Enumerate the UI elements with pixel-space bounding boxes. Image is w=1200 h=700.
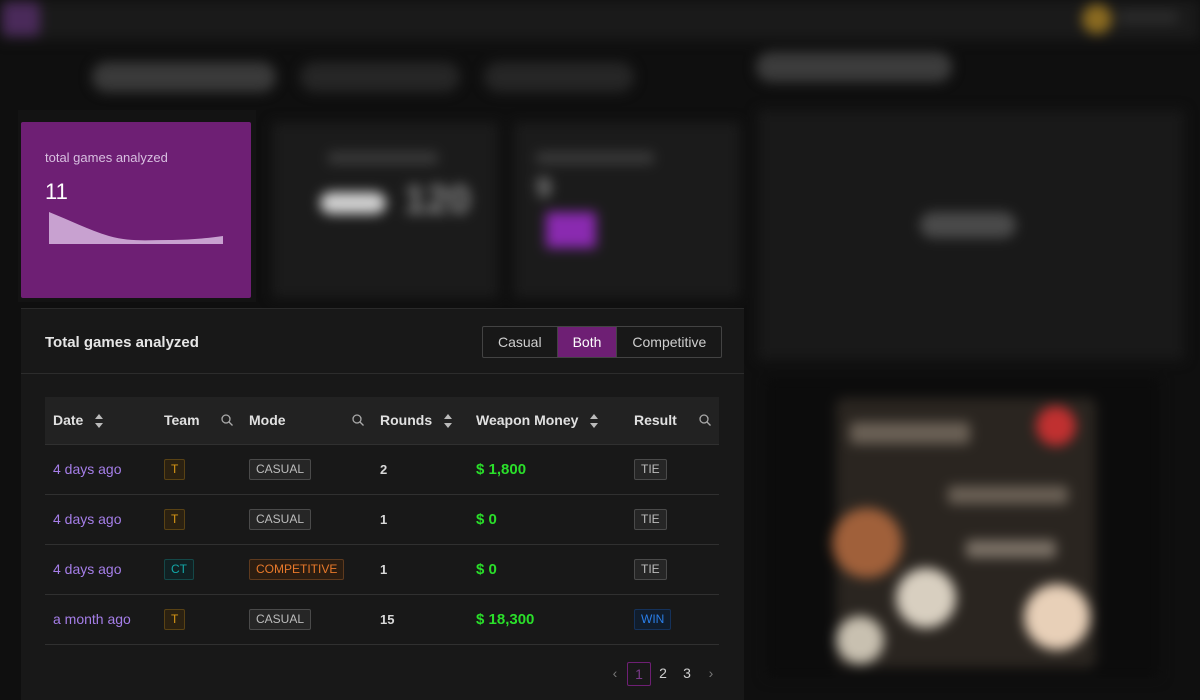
search-icon[interactable] <box>352 414 364 426</box>
column-mode[interactable]: Mode <box>241 397 372 445</box>
next-page-button[interactable]: › <box>699 662 723 686</box>
stat-card-3: 9 <box>514 122 740 298</box>
team-tag: CT <box>164 558 194 580</box>
table-row[interactable]: a month ago T CASUAL 15 $ 18,300 WIN <box>45 594 719 645</box>
weapon-money-value: $ 1,800 <box>476 460 527 478</box>
nav-tab <box>484 62 634 92</box>
top-bar <box>0 0 1200 40</box>
filter-competitive-button[interactable]: Competitive <box>617 327 721 357</box>
sort-icon[interactable] <box>444 414 452 429</box>
sort-icon[interactable] <box>590 414 599 429</box>
table-row[interactable]: 4 days ago CT COMPETITIVE 1 $ 0 TIE <box>45 544 719 595</box>
page-1-button[interactable]: 1 <box>627 662 651 686</box>
stat-label: total games analyzed <box>45 150 168 165</box>
date-link[interactable]: 4 days ago <box>53 561 122 577</box>
column-date-label: Date <box>53 412 84 429</box>
mode-filter: Casual Both Competitive <box>482 326 723 358</box>
filter-casual-button[interactable]: Casual <box>483 327 558 357</box>
team-tag: T <box>164 608 186 630</box>
panel-title: Total games analyzed <box>45 334 199 351</box>
media-image <box>832 398 1096 668</box>
rounds-value: 15 <box>380 612 395 627</box>
side-card <box>758 110 1184 360</box>
mode-tag: COMPETITIVE <box>249 558 345 580</box>
prev-page-button[interactable]: ‹ <box>603 662 627 686</box>
user-avatar <box>1082 4 1112 34</box>
blurred-swatch <box>546 212 596 248</box>
result-tag: WIN <box>634 608 672 630</box>
column-rounds[interactable]: Rounds <box>372 397 468 445</box>
column-team[interactable]: Team <box>156 397 241 445</box>
search-icon[interactable] <box>699 414 711 426</box>
result-tag: TIE <box>634 558 667 580</box>
date-link[interactable]: 4 days ago <box>53 461 122 477</box>
filter-both-button[interactable]: Both <box>557 327 618 357</box>
table-row[interactable]: 4 days ago T CASUAL 2 $ 1,800 TIE <box>45 444 719 495</box>
games-table: Date Team Mode Rounds Weapon Money Resul… <box>45 397 719 645</box>
pagination: ‹ 1 2 3 › <box>603 662 723 686</box>
table-row[interactable]: 4 days ago T CASUAL 1 $ 0 TIE <box>45 494 719 545</box>
result-tag: TIE <box>634 458 667 480</box>
column-weapon-money[interactable]: Weapon Money <box>468 397 626 445</box>
column-result-label: Result <box>634 412 677 429</box>
sort-icon[interactable] <box>95 414 104 429</box>
user-name-placeholder <box>1118 10 1178 24</box>
column-rounds-label: Rounds <box>380 412 433 429</box>
result-tag: TIE <box>634 508 667 530</box>
nav-tab <box>300 62 460 92</box>
total-games-card[interactable]: total games analyzed 11 <box>21 122 251 298</box>
app-logo <box>2 2 40 36</box>
table-header-row: Date Team Mode Rounds Weapon Money Resul… <box>45 397 719 445</box>
column-mode-label: Mode <box>249 412 286 429</box>
search-bar <box>756 52 952 82</box>
column-result[interactable]: Result <box>626 397 719 445</box>
stat-value: 11 <box>45 179 68 204</box>
nav-tab-active <box>92 62 276 92</box>
divider <box>21 373 744 374</box>
rounds-value: 1 <box>380 512 388 527</box>
date-link[interactable]: a month ago <box>53 611 131 627</box>
mode-tag: CASUAL <box>249 608 312 630</box>
weapon-money-value: $ 0 <box>476 560 497 578</box>
column-weapon-money-label: Weapon Money <box>476 412 579 429</box>
mode-tag: CASUAL <box>249 508 312 530</box>
mode-tag: CASUAL <box>249 458 312 480</box>
search-icon[interactable] <box>221 414 233 426</box>
weapon-money-value: $ 0 <box>476 510 497 528</box>
games-panel: Total games analyzed Casual Both Competi… <box>21 308 744 700</box>
team-tag: T <box>164 508 186 530</box>
rounds-value: 1 <box>380 562 388 577</box>
team-tag: T <box>164 458 186 480</box>
rounds-value: 2 <box>380 462 388 477</box>
date-link[interactable]: 4 days ago <box>53 511 122 527</box>
stat-card-2: 120 <box>272 122 498 298</box>
page-2-button[interactable]: 2 <box>651 662 675 686</box>
page-3-button[interactable]: 3 <box>675 662 699 686</box>
column-team-label: Team <box>164 412 200 429</box>
weapon-money-value: $ 18,300 <box>476 610 535 628</box>
sparkline-chart <box>49 212 223 244</box>
column-date[interactable]: Date <box>45 397 156 445</box>
